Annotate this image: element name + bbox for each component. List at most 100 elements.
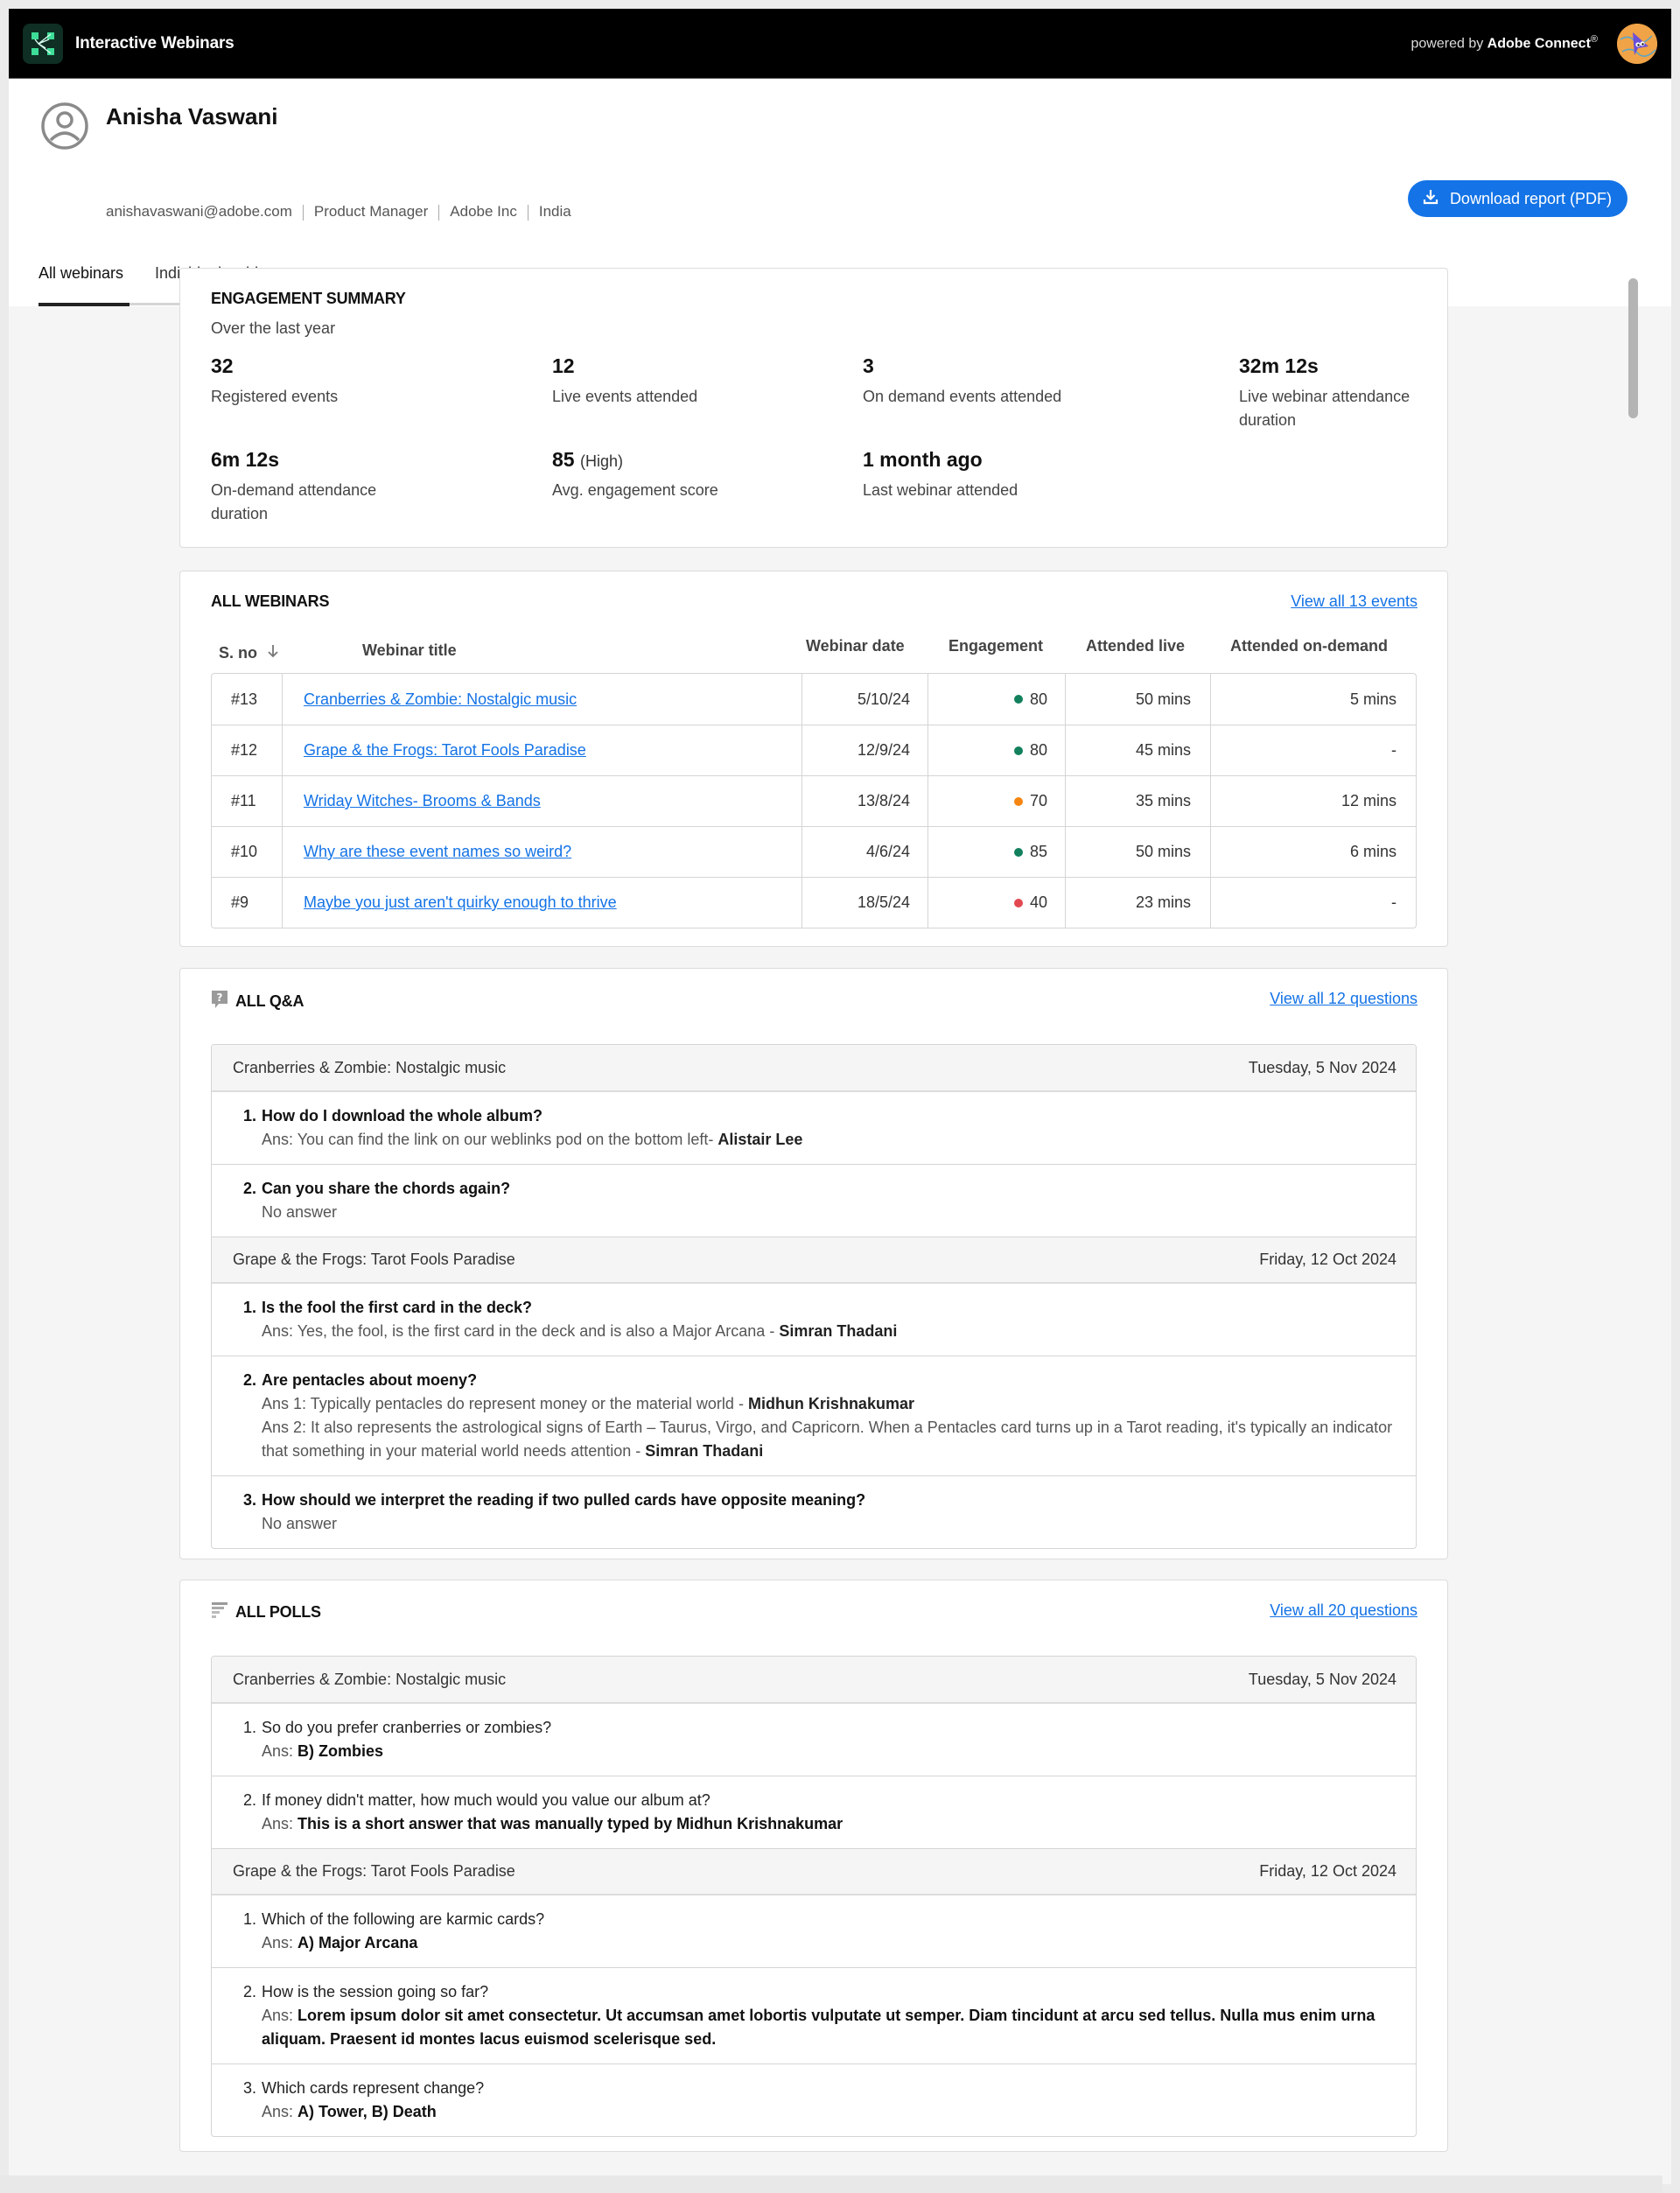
cell-date: 4/6/24	[802, 827, 928, 877]
poll-item: 2. If money didn't matter, how much would…	[212, 1776, 1416, 1848]
poll-group-webinar-title: Grape & the Frogs: Tarot Fools Paradise	[233, 1862, 515, 1880]
stat-label: Live webinar attendance duration	[1239, 388, 1410, 429]
powered-by-brand: Adobe Connect	[1487, 36, 1591, 52]
webinar-title-link[interactable]: Cranberries & Zombie: Nostalgic music	[304, 690, 577, 709]
qa-answer-author: Simran Thadani	[779, 1322, 898, 1340]
cell-title: Grape & the Frogs: Tarot Fools Paradise	[282, 725, 802, 775]
table-row[interactable]: #13 Cranberries & Zombie: Nostalgic music…	[212, 674, 1416, 725]
scrollbar-thumb[interactable]	[1628, 278, 1638, 418]
cell-engagement: 40	[928, 878, 1065, 928]
cell-sno: #10	[231, 843, 258, 860]
stat-value: 6m 12s	[211, 448, 280, 471]
engagement-status-dot-icon	[1013, 796, 1023, 806]
poll-answer-value: A) Major Arcana	[298, 1934, 418, 1951]
cell-sno: #11	[231, 792, 256, 809]
sort-descending-icon[interactable]	[267, 644, 279, 662]
qa-group-webinar-title: Cranberries & Zombie: Nostalgic music	[233, 1058, 507, 1076]
cell-attended-live: 50 mins	[1065, 674, 1210, 725]
adobe-connect-logo-icon	[23, 23, 63, 64]
poll-answer-prefix: Ans:	[262, 2007, 294, 2024]
all-polls-title: ALL POLLS	[235, 1603, 321, 1621]
view-all-events-link[interactable]: View all 13 events	[1291, 592, 1418, 611]
cell-engagement: 80	[928, 725, 1065, 775]
download-report-label: Download report (PDF)	[1449, 189, 1612, 207]
poll-item: 1. Which of the following are karmic card…	[212, 1895, 1416, 1967]
poll-answer-prefix: Ans:	[262, 1815, 294, 1832]
poll-groups: Cranberries & Zombie: Nostalgic music Tue…	[211, 1656, 1417, 2137]
engagement-score: 80	[1029, 741, 1047, 759]
column-header-attended-live: Attended live	[1086, 637, 1186, 655]
view-all-questions-link[interactable]: View all 12 questions	[1270, 990, 1418, 1008]
poll-item: 1. So do you prefer cranberries or zombie…	[212, 1704, 1416, 1776]
poll-answer: Ans: A) Tower, B) Death	[243, 2100, 1395, 2124]
app-window: Interactive Webinars powered by Adobe Co…	[9, 9, 1671, 2184]
poll-question-text: So do you prefer cranberries or zombies?	[262, 1719, 552, 1736]
poll-question-text: Which of the following are karmic cards?	[262, 1910, 545, 1928]
poll-group-date: Friday, 12 Oct 2024	[1259, 1862, 1396, 1880]
qa-question-number: 3.	[243, 1491, 257, 1509]
tab-all-webinars[interactable]: All webinars	[38, 264, 123, 304]
stat-value: 1 month ago	[863, 448, 983, 471]
cell-engagement: 85	[928, 827, 1065, 877]
user-avatar[interactable]	[1617, 23, 1657, 64]
qa-question-text: Is the fool the first card in the deck?	[262, 1299, 533, 1316]
qa-question-number: 1.	[243, 1299, 257, 1316]
stat-value-number: 85	[552, 448, 575, 471]
poll-item: 2. How is the session going so far? Ans: L…	[212, 1967, 1416, 2063]
column-header-title: Webinar title	[362, 641, 457, 659]
webinar-title-link[interactable]: Wriday Witches- Brooms & Bands	[304, 792, 541, 810]
poll-question-text: Which cards represent change?	[262, 2079, 485, 2097]
qa-answer: Ans 1: Typically pentacles do represent …	[243, 1392, 1395, 1416]
webinar-title-link[interactable]: Grape & the Frogs: Tarot Fools Paradise	[304, 741, 586, 760]
stat-label: On-demand attendance duration	[211, 481, 377, 522]
qa-question: 1. How do I download the whole album?	[243, 1104, 1395, 1128]
poll-answer-value: A) Tower, B) Death	[298, 2103, 437, 2120]
cell-date: 13/8/24	[802, 776, 928, 826]
qa-answer-author: Midhun Krishnakumar	[747, 1395, 914, 1412]
cell-date: 5/10/24	[802, 674, 928, 725]
poll-group-webinar-title: Cranberries & Zombie: Nostalgic music	[233, 1670, 507, 1688]
qa-question-text: How should we interpret the reading if t…	[262, 1491, 866, 1509]
all-qa-card: ? ALL Q&A View all 12 questions Cranberr…	[179, 968, 1448, 1559]
stat-label: Avg. engagement score	[552, 481, 718, 499]
cell-attended-on-demand: 12 mins	[1210, 776, 1416, 826]
stat-label: Last webinar attended	[863, 481, 1018, 499]
table-row[interactable]: #10 Why are these event names so weird? 4/…	[212, 826, 1416, 877]
cell-sno: #12	[231, 741, 258, 759]
poll-answer: Ans: Lorem ipsum dolor sit amet consecte…	[243, 2004, 1395, 2051]
table-row[interactable]: #9 Maybe you just aren't quirky enough to…	[212, 877, 1416, 928]
table-row[interactable]: #11 Wriday Witches- Brooms & Bands 13/8/24…	[212, 775, 1416, 826]
view-all-poll-questions-link[interactable]: View all 20 questions	[1270, 1601, 1418, 1620]
cell-title: Wriday Witches- Brooms & Bands	[282, 776, 802, 826]
stat-label: Registered events	[211, 388, 339, 405]
webinars-table: #13 Cranberries & Zombie: Nostalgic music…	[211, 673, 1417, 928]
column-header-sno-label: S. no	[219, 644, 257, 662]
stat-value: 85 (High)	[552, 448, 815, 472]
download-report-button[interactable]: Download report (PDF)	[1407, 180, 1628, 217]
qa-group-header: Grape & the Frogs: Tarot Fools Paradise F…	[212, 1237, 1416, 1284]
registered-mark: ®	[1590, 34, 1598, 46]
cell-title: Maybe you just aren't quirky enough to t…	[282, 878, 802, 928]
engagement-summary-card: ENGAGEMENT SUMMARY Over the last year 32…	[179, 268, 1448, 548]
stat-on-demand-attendance-duration: 6m 12s On-demand attendance duration	[211, 448, 473, 526]
poll-question-text: How is the session going so far?	[262, 1983, 489, 2000]
qa-question-text: Are pentacles about moeny?	[262, 1371, 478, 1389]
webinar-title-link[interactable]: Why are these event names so weird?	[304, 843, 571, 861]
qa-answer: No answer	[243, 1512, 1395, 1536]
webinar-title-link[interactable]: Maybe you just aren't quirky enough to t…	[304, 893, 617, 912]
user-name: Anisha Vaswani	[106, 103, 278, 130]
cell-title: Why are these event names so weird?	[282, 827, 802, 877]
cell-attended-on-demand: -	[1210, 878, 1416, 928]
poll-answer-prefix: Ans:	[262, 1934, 294, 1951]
table-row[interactable]: #12 Grape & the Frogs: Tarot Fools Paradi…	[212, 725, 1416, 775]
qa-answer-author: Alistair Lee	[718, 1131, 803, 1148]
cell-sno: #9	[231, 893, 249, 911]
qa-question-number: 1.	[243, 1107, 257, 1125]
poll-answer-value: This is a short answer that was manually…	[298, 1815, 844, 1832]
poll-question-number: 1.	[243, 1910, 257, 1928]
svg-text:?: ?	[217, 991, 223, 1004]
stat-value: 32	[211, 354, 234, 377]
all-polls-card: ALL POLLS View all 20 questions Cranberr…	[179, 1580, 1448, 2152]
engagement-score: 70	[1029, 792, 1047, 809]
column-header-sno[interactable]: S. no	[219, 644, 279, 662]
